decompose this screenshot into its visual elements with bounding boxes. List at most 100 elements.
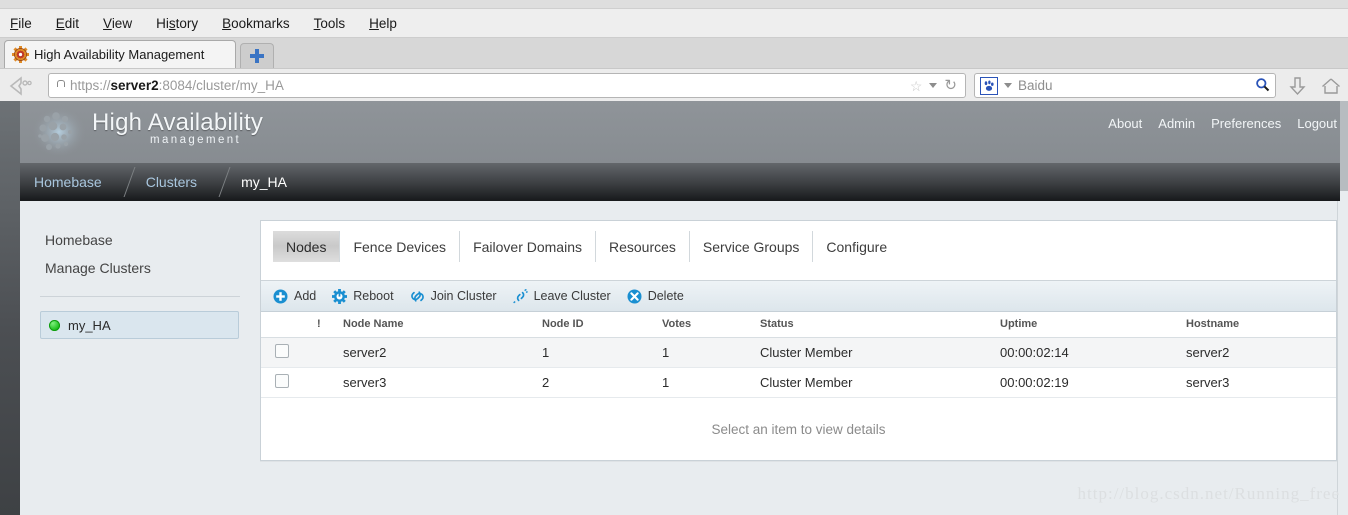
content-panel: Nodes Fence Devices Failover Domains Res… (260, 220, 1337, 461)
join-cluster-button[interactable]: Join Cluster (410, 289, 497, 304)
breadcrumb-separator-icon (116, 163, 132, 201)
menu-bar: File Edit View History Bookmarks Tools H… (0, 9, 1348, 37)
row-checkbox-cell[interactable] (261, 337, 317, 368)
header-link-admin[interactable]: Admin (1158, 116, 1195, 131)
sidebar-item-my-ha[interactable]: my_HA (40, 311, 239, 339)
sidebar-item-homebase[interactable]: Homebase (45, 226, 260, 254)
search-input[interactable]: Baidu (1018, 78, 1249, 93)
node-toolbar: Add Reboot Join Cluster Leave Cluster De… (261, 281, 1336, 312)
page-left-rail (0, 101, 20, 515)
watermark: http://blog.csdn.net/Running_free (1077, 484, 1340, 503)
row-checkbox[interactable] (275, 344, 289, 358)
menu-view[interactable]: View (101, 16, 134, 31)
cell-uptime: 00:00:02:14 (1000, 337, 1186, 368)
breadcrumb-item-clusters[interactable]: Clusters (132, 174, 211, 190)
star-icon[interactable]: ☆ (910, 79, 923, 93)
tab-nodes[interactable]: Nodes (273, 231, 341, 262)
reboot-button-label: Reboot (353, 289, 394, 303)
detail-empty-message: Select an item to view details (711, 421, 886, 437)
url-bar-actions: ☆ ↻ (910, 78, 959, 93)
header-link-preferences[interactable]: Preferences (1211, 116, 1281, 131)
add-button[interactable]: Add (273, 289, 316, 304)
sidebar-item-manage-clusters[interactable]: Manage Clusters (45, 254, 260, 282)
sidebar-nav: Homebase Manage Clusters (20, 201, 260, 282)
column-header-node-id[interactable]: Node ID (542, 312, 662, 338)
breadcrumb-item-homebase[interactable]: Homebase (20, 174, 116, 190)
downloads-button[interactable] (1284, 76, 1310, 96)
column-header-uptime[interactable]: Uptime (1000, 312, 1186, 338)
breadcrumb-item-current: my_HA (241, 174, 287, 190)
new-tab-button[interactable] (240, 43, 274, 68)
column-header-hostname[interactable]: Hostname (1186, 312, 1336, 338)
browser-chrome: File Edit View History Bookmarks Tools H… (0, 0, 1348, 187)
column-header-select (261, 312, 317, 338)
menu-edit[interactable]: Edit (54, 16, 81, 31)
column-header-votes[interactable]: Votes (662, 312, 760, 338)
url-text: https://server2:8084/cluster/my_HA (70, 78, 284, 93)
browser-tab[interactable]: High Availability Management (4, 40, 236, 68)
leave-cluster-button[interactable]: Leave Cluster (512, 288, 611, 304)
search-bar[interactable]: Baidu (974, 73, 1276, 98)
ha-logo-icon (32, 107, 88, 157)
menu-file[interactable]: File (8, 16, 34, 31)
cell-status: Cluster Member (760, 337, 1000, 368)
header-links: About Admin Preferences Logout (1108, 116, 1337, 131)
cell-votes: 1 (662, 337, 760, 368)
magnifier-icon[interactable] (1255, 77, 1270, 95)
search-engine-chevron-icon[interactable] (1004, 83, 1012, 88)
baidu-paw-icon[interactable] (980, 76, 998, 95)
row-checkbox[interactable] (275, 374, 289, 388)
column-header-status[interactable]: Status (760, 312, 1000, 338)
tab-resources[interactable]: Resources (596, 231, 690, 262)
column-header-node-name[interactable]: Node Name (343, 312, 542, 338)
join-cluster-button-label: Join Cluster (430, 289, 497, 303)
cell-votes: 1 (662, 367, 760, 398)
browser-window: File Edit View History Bookmarks Tools H… (0, 0, 1348, 515)
menu-help[interactable]: Help (367, 16, 399, 31)
table-row[interactable]: server3 2 1 Cluster Member 00:00:02:19 s… (261, 367, 1336, 398)
sidebar-cluster-label: my_HA (68, 317, 111, 333)
table-header-row: ! Node Name Node ID Votes Status Uptime … (261, 312, 1336, 338)
header-link-logout[interactable]: Logout (1297, 116, 1337, 131)
lock-icon (55, 79, 65, 187)
reboot-button[interactable]: Reboot (332, 288, 394, 304)
header-link-about[interactable]: About (1108, 116, 1142, 131)
browser-tab-title: High Availability Management (34, 47, 205, 62)
gear-icon (332, 288, 348, 304)
back-button[interactable] (4, 73, 40, 99)
web-page: High Availability management About Admin… (0, 101, 1348, 515)
menu-history[interactable]: History (154, 16, 200, 31)
app-brand: High Availability management (92, 109, 264, 147)
delete-button-label: Delete (647, 289, 684, 303)
delete-button[interactable]: Delete (627, 289, 684, 304)
cell-node-name[interactable]: server3 (343, 367, 542, 398)
menu-tools[interactable]: Tools (312, 16, 348, 31)
title-bar-strip (0, 0, 1348, 9)
detail-pane: Select an item to view details (261, 398, 1336, 460)
sidebar-divider (40, 296, 240, 297)
app-title: High Availability (92, 109, 264, 136)
cell-node-id: 1 (542, 337, 662, 368)
chevron-down-icon[interactable] (929, 83, 938, 88)
breadcrumb-separator-icon (211, 163, 227, 201)
cell-node-name[interactable]: server2 (343, 337, 542, 368)
x-circle-icon (627, 289, 642, 304)
tab-bar: Nodes Fence Devices Failover Domains Res… (261, 221, 1336, 281)
gear-icon (12, 46, 29, 63)
tab-failover-domains[interactable]: Failover Domains (460, 231, 596, 262)
cell-hostname: server2 (1186, 337, 1336, 368)
home-button[interactable] (1318, 76, 1344, 96)
reload-icon[interactable]: ↻ (944, 78, 957, 93)
leave-cluster-button-label: Leave Cluster (533, 289, 611, 303)
cell-status: Cluster Member (760, 367, 1000, 398)
tab-service-groups[interactable]: Service Groups (690, 231, 814, 262)
link-icon (410, 289, 425, 304)
url-bar[interactable]: https://server2:8084/cluster/my_HA ☆ ↻ (48, 73, 966, 187)
menu-bookmarks[interactable]: Bookmarks (220, 16, 292, 31)
table-row[interactable]: server2 1 1 Cluster Member 00:00:02:14 s… (261, 337, 1336, 368)
column-header-alert[interactable]: ! (317, 312, 343, 338)
tab-configure[interactable]: Configure (813, 231, 900, 262)
row-checkbox-cell[interactable] (261, 367, 317, 398)
tab-fence-devices[interactable]: Fence Devices (340, 231, 461, 262)
broken-link-icon (512, 288, 528, 304)
